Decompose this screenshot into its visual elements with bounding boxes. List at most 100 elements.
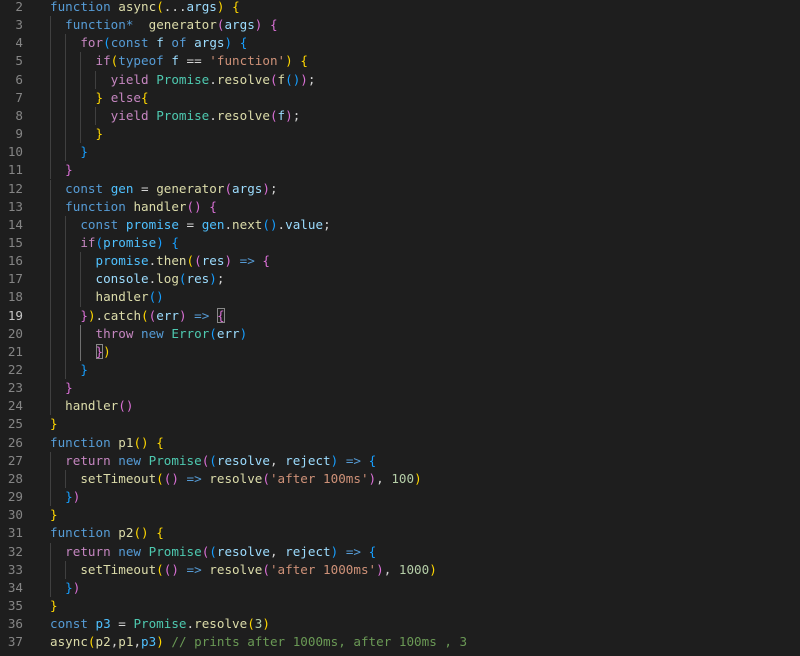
variable-token: args (232, 180, 263, 196)
function-token: generator (156, 180, 225, 196)
line-number: 31 (7, 525, 23, 541)
line-number: 11 (7, 162, 23, 178)
line-number: 30 (7, 507, 23, 523)
line-number: 33 (7, 561, 23, 577)
code-line[interactable]: 28 setTimeout(() => resolve('after 100ms… (0, 470, 800, 488)
indent-guide (50, 270, 51, 289)
bracket-token: } (65, 162, 73, 178)
code-content: } (50, 379, 73, 397)
code-line[interactable]: 30} (0, 506, 800, 524)
code-line[interactable]: 27 return new Promise((resolve, reject) … (0, 452, 800, 470)
indent-guide (65, 143, 67, 162)
class-token: Promise (156, 71, 210, 87)
indent-guide (95, 70, 97, 89)
keyword-token: => (194, 307, 210, 323)
code-line[interactable]: 26 function p1() { (0, 434, 800, 452)
code-line[interactable]: 29 }) (0, 488, 800, 506)
matched-bracket-token: } (95, 343, 104, 359)
code-line[interactable]: 13 function handler() { (0, 198, 800, 216)
code-text: ... (163, 0, 187, 14)
bracket-token: { (269, 17, 278, 33)
keyword-token: if (95, 53, 111, 69)
code-line[interactable]: 7 } else{ (0, 89, 800, 107)
line-number: 15 (7, 234, 23, 250)
code-text: . (209, 107, 217, 123)
code-line[interactable]: 37 async(p2,p1,p3) // prints after 1000ms… (0, 633, 800, 651)
code-line[interactable]: 11 } (0, 161, 800, 179)
code-line[interactable]: 35} (0, 597, 800, 615)
class-token: Promise (148, 452, 202, 468)
bracket-token: ) (262, 616, 270, 632)
code-line[interactable]: 3 function* generator(args) { (0, 16, 800, 34)
code-line[interactable]: 2 function async(...args) { (0, 0, 800, 16)
code-line[interactable]: 9 } (0, 125, 800, 143)
code-line[interactable]: 22 } (0, 361, 800, 379)
code-line[interactable]: 8 yield Promise.resolve(f); (0, 107, 800, 125)
constant-token: promise (103, 234, 157, 250)
keyword-token: new (141, 325, 164, 341)
line-number: 8 (15, 107, 23, 123)
code-line[interactable]: 12 const gen = generator(args); (0, 180, 800, 198)
class-token: Error (171, 325, 210, 341)
code-line[interactable]: 36 const p3 = Promise.resolve(3) (0, 615, 800, 633)
function-token: resolve (209, 561, 263, 577)
indent-guide (65, 288, 67, 307)
bracket-token: ( (141, 307, 149, 323)
code-line[interactable]: 33 setTimeout(() => resolve('after 1000m… (0, 561, 800, 579)
code-text: . (186, 616, 195, 632)
code-line[interactable]: 16 promise.then((res) => { (0, 252, 800, 270)
indent-guide (50, 542, 51, 561)
indent-guide (65, 34, 67, 53)
indent-guide (50, 143, 51, 162)
code-line[interactable]: 25} (0, 415, 800, 433)
keyword-token: => (239, 253, 255, 269)
code-line[interactable]: 32 return new Promise((resolve, reject) … (0, 543, 800, 561)
code-line[interactable]: 18 handler() (0, 288, 800, 306)
code-line[interactable]: 21 }) (0, 343, 800, 361)
indent-guide (80, 342, 82, 361)
indent-guide (65, 125, 67, 144)
code-editor[interactable]: 2 function async(...args) {3 function* ge… (0, 0, 800, 656)
code-line[interactable]: 24 handler() (0, 397, 800, 415)
code-line[interactable]: 17 console.log(res); (0, 270, 800, 288)
code-content: function async(...args) { (50, 0, 240, 16)
bracket-token: { (156, 525, 164, 541)
code-content: }) (50, 488, 80, 506)
code-line[interactable]: 23 } (0, 379, 800, 397)
code-content: promise.then((res) => { (50, 252, 271, 270)
bracket-token: ) (224, 253, 233, 269)
bracket-token: ( (186, 253, 195, 269)
indent-guide (50, 252, 51, 271)
code-line[interactable]: 14 const promise = gen.next().value; (0, 216, 800, 234)
bracket-token: ( (247, 616, 255, 632)
code-line[interactable]: 31 function p2() { (0, 524, 800, 542)
keyword-token: const (110, 35, 149, 51)
indent-guide (80, 88, 82, 107)
code-line[interactable]: 20 throw new Error(err) (0, 325, 800, 343)
line-number: 12 (7, 180, 23, 196)
indent-guide (50, 306, 51, 325)
code-line[interactable]: 4 for(const f of args) { (0, 34, 800, 52)
code-line[interactable]: 10 } (0, 143, 800, 161)
bracket-token: } (50, 416, 58, 432)
code-line[interactable]: 15 if(promise) { (0, 234, 800, 252)
code-line[interactable]: 5 if(typeof f == 'function') { (0, 52, 800, 70)
bracket-token: ( (194, 253, 202, 269)
code-content: } (50, 361, 88, 379)
code-content: }) (50, 579, 80, 597)
keyword-token: yield (110, 71, 149, 87)
code-content: if(typeof f == 'function') { (50, 52, 308, 70)
indent-guide (80, 52, 82, 71)
code-line[interactable]: 6 yield Promise.resolve(f()); (0, 71, 800, 89)
bracket-token: ( (95, 234, 104, 250)
code-line[interactable]: 34 }) (0, 579, 800, 597)
code-line[interactable]: 19 }).catch((err) => { (0, 307, 800, 325)
indent-guide (65, 361, 67, 380)
